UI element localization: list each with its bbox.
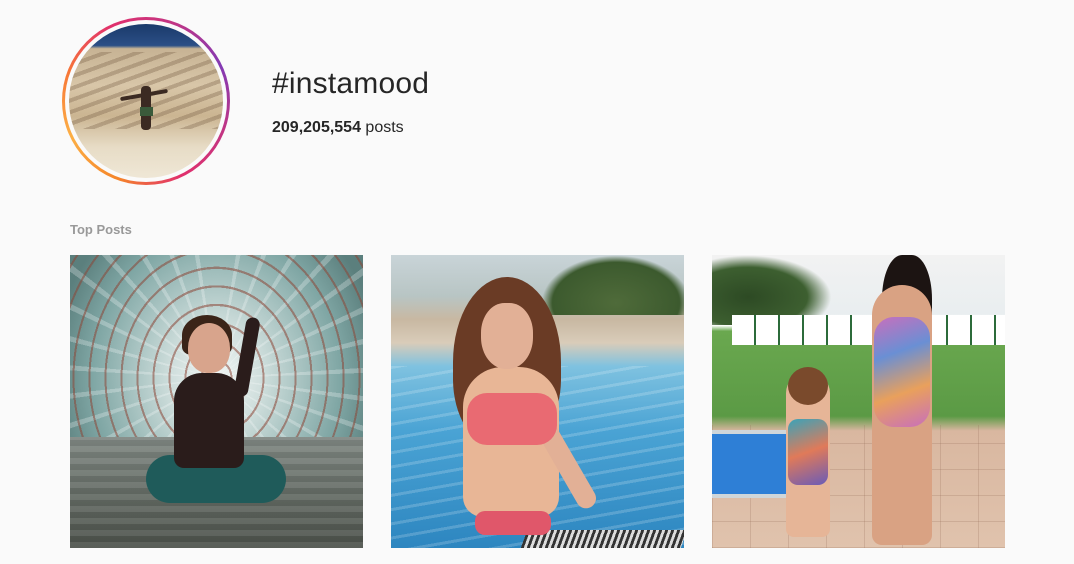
hashtag-avatar-ring: [62, 17, 230, 185]
hashtag-title: #instamood: [272, 67, 430, 100]
post-1-person-head: [188, 323, 230, 373]
top-post-2[interactable]: [391, 255, 684, 548]
post-3-woman-swimsuit: [874, 317, 930, 427]
post-count-number: 209,205,554: [272, 119, 361, 136]
hashtag-avatar[interactable]: [69, 24, 223, 178]
post-count: 209,205,554 posts: [272, 118, 404, 138]
top-post-3[interactable]: [712, 255, 1005, 548]
post-3-child-hair: [788, 367, 828, 405]
post-2-person-face: [481, 303, 533, 369]
top-posts-label: Top Posts: [70, 222, 132, 237]
post-3-fence: [732, 315, 1005, 345]
avatar-person-shorts: [139, 107, 153, 117]
post-2-palm: [541, 255, 684, 315]
post-3-pool: [712, 430, 794, 498]
post-2-swimsuit-bottom: [475, 511, 551, 535]
post-2-swimsuit-top: [467, 393, 557, 445]
post-3-child-swimsuit: [788, 419, 828, 485]
top-post-1[interactable]: [70, 255, 363, 548]
post-count-suffix: posts: [360, 119, 404, 136]
hashtag-avatar-frame: [65, 20, 227, 182]
